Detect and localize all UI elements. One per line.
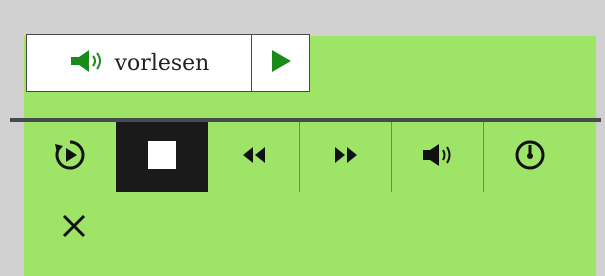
replay-icon — [53, 138, 87, 176]
stop-icon — [147, 140, 177, 174]
play-icon — [269, 48, 293, 78]
speedometer-icon — [513, 138, 547, 176]
player-controls — [24, 122, 596, 192]
speaker-icon — [69, 49, 109, 77]
close-button[interactable] — [52, 206, 96, 250]
play-button[interactable] — [252, 34, 310, 92]
volume-button[interactable] — [392, 122, 484, 192]
read-aloud-bar: vorlesen — [26, 34, 312, 92]
volume-icon — [421, 142, 455, 172]
replay-button[interactable] — [24, 122, 116, 192]
stop-button[interactable] — [116, 122, 208, 192]
read-aloud-label: vorlesen — [114, 50, 210, 76]
fast-forward-icon — [333, 145, 359, 169]
speed-button[interactable] — [484, 122, 576, 192]
rewind-icon — [241, 145, 267, 169]
read-aloud-button[interactable]: vorlesen — [26, 34, 252, 92]
rewind-button[interactable] — [208, 122, 300, 192]
close-icon — [61, 213, 87, 243]
fast-forward-button[interactable] — [300, 122, 392, 192]
